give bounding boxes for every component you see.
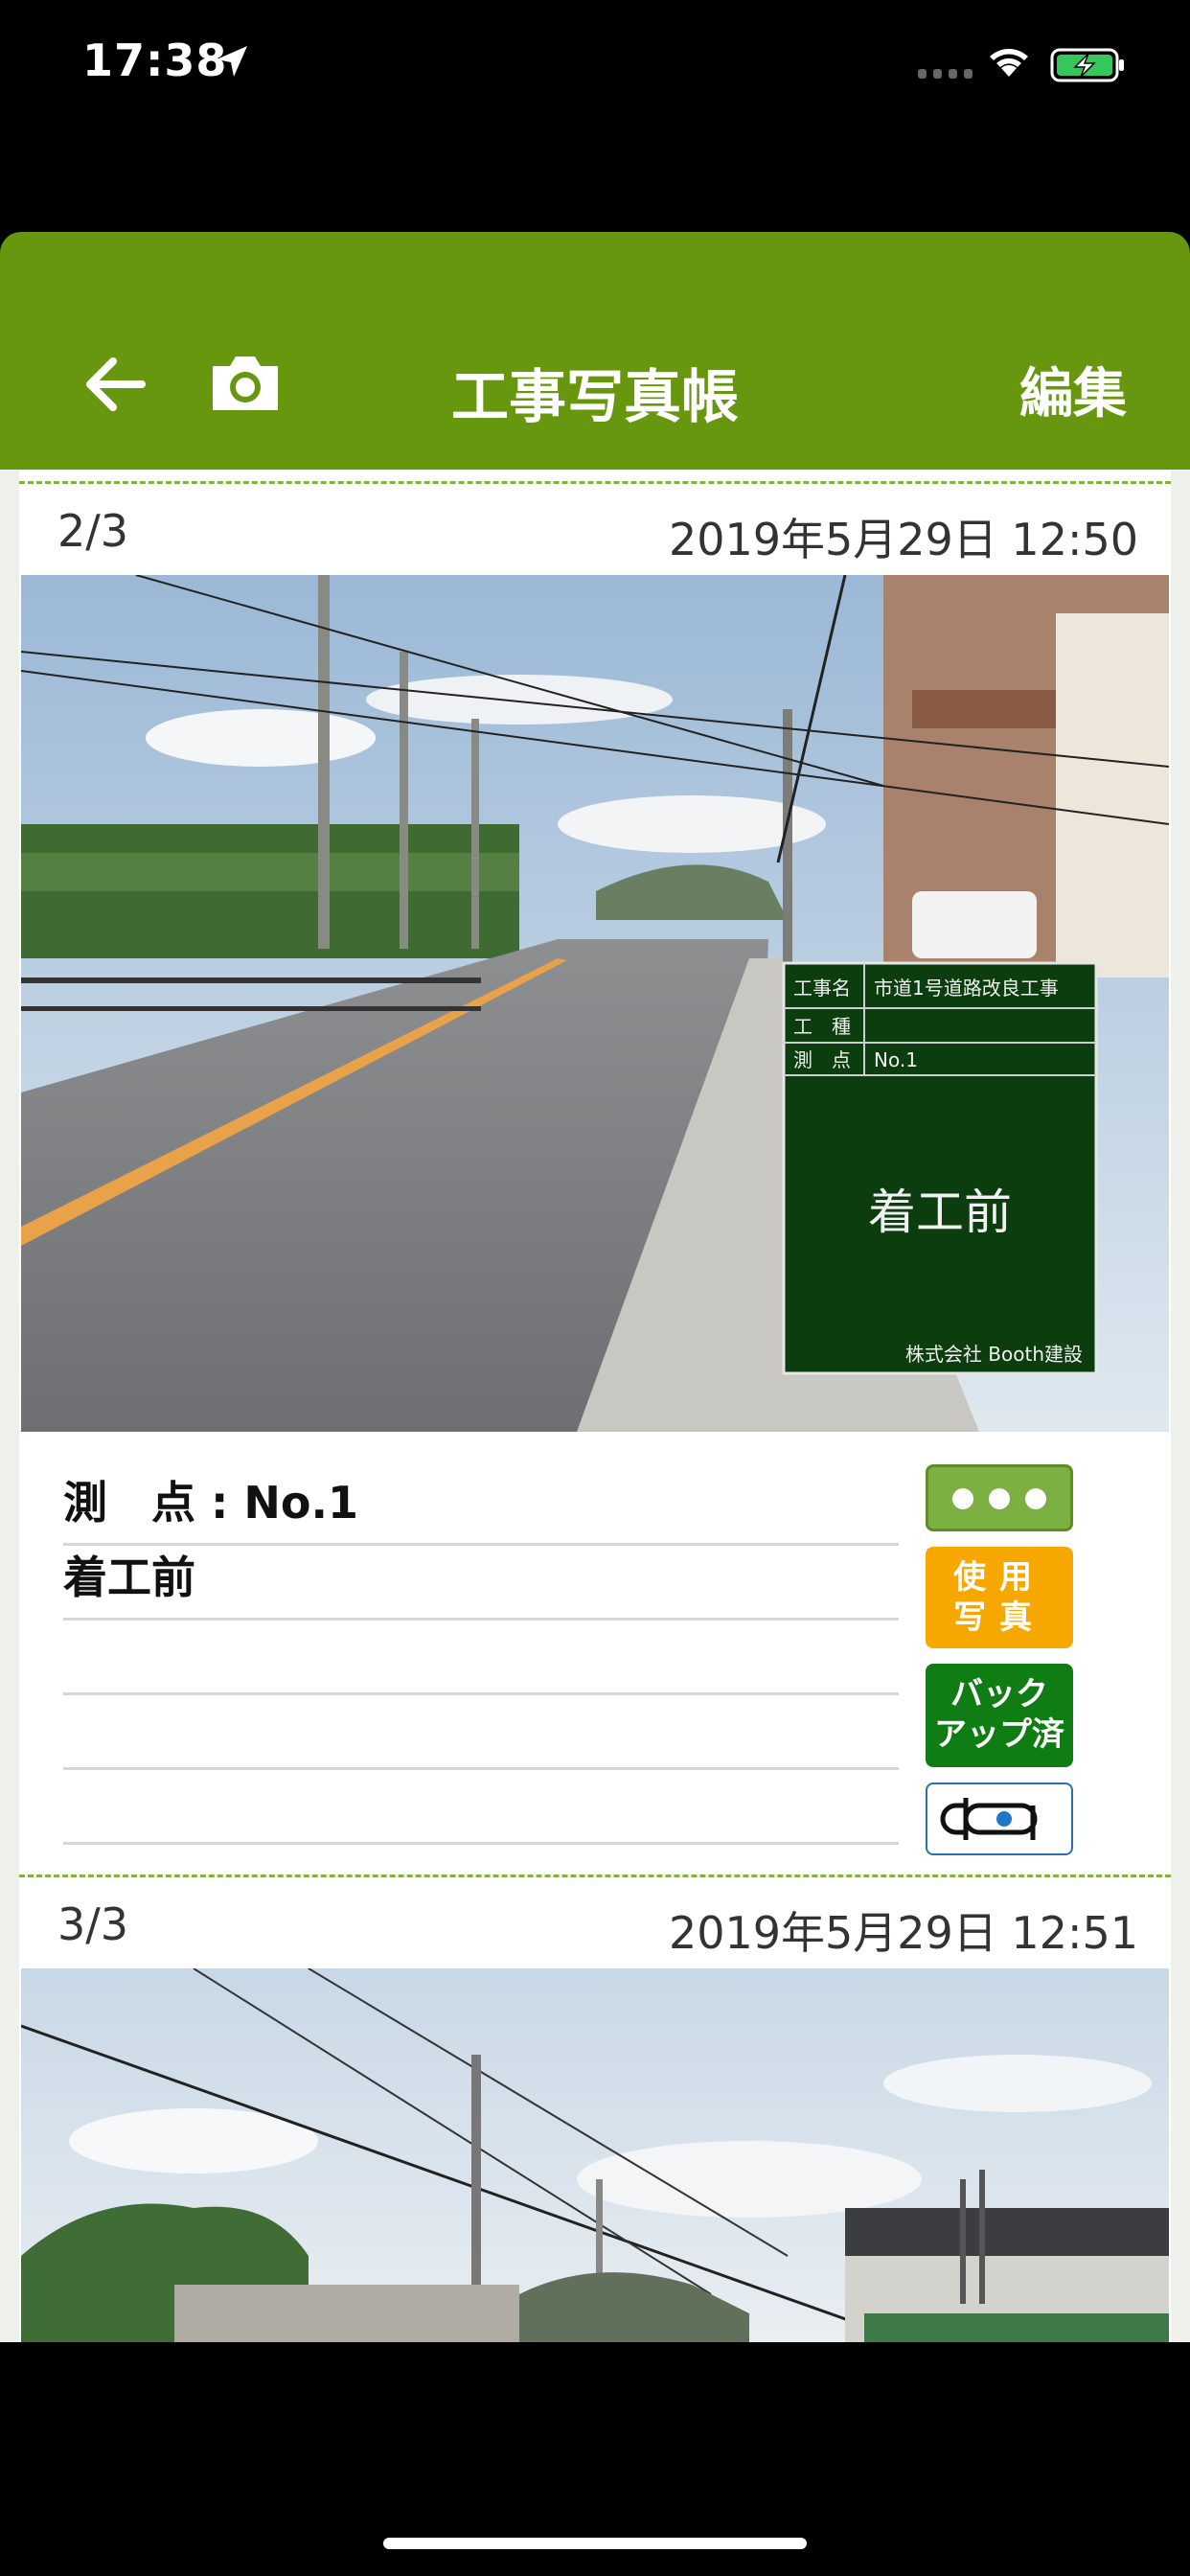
battery-charging-icon	[1050, 48, 1124, 82]
home-indicator	[383, 2538, 807, 2549]
photo-index: 3/3	[57, 1898, 129, 1950]
board-company: 株式会社 Booth建設	[905, 1343, 1083, 1366]
photo-entry-header: 2/3 2019年5月29日 12:50	[19, 484, 1171, 580]
backup-status-button[interactable]: バック アップ済	[926, 1664, 1073, 1767]
page-title: 工事写真帳	[451, 364, 739, 431]
backup-label-line2: アップ済	[934, 1715, 1064, 1754]
board-label-name: 工事名	[793, 977, 851, 1000]
memo-text: 測 点 : No.1	[63, 1477, 359, 1529]
location-arrow-icon	[217, 46, 247, 77]
photo-list[interactable]: 2/3 2019年5月29日 12:50 工事名 市道1号道路改良工事 工 種 …	[0, 470, 1190, 2342]
status-time: 17:38	[82, 34, 228, 86]
board-project-name: 市道1号道路改良工事	[874, 977, 1059, 1000]
memo-line	[63, 1767, 899, 1845]
memo-line	[63, 1618, 899, 1695]
status-bar: 17:38	[0, 0, 1190, 134]
use-photo-label-line1: 使用	[953, 1558, 1045, 1597]
memo-line	[63, 1692, 899, 1770]
more-options-button[interactable]	[926, 1464, 1073, 1531]
board-label-type: 工 種	[793, 1015, 851, 1038]
board-point: No.1	[874, 1048, 918, 1071]
wifi-icon	[990, 49, 1028, 77]
edit-button[interactable]: 編集	[1019, 351, 1127, 428]
more-dot-icon	[989, 1488, 1010, 1509]
photo-index: 2/3	[57, 505, 129, 557]
photo-datetime: 2019年5月29日 12:51	[668, 1907, 1138, 1959]
backup-label-line1: バック	[950, 1675, 1048, 1714]
use-photo-button[interactable]: 使用 写真	[926, 1547, 1073, 1648]
more-dot-icon	[1025, 1488, 1046, 1509]
use-photo-label-line2: 写真	[953, 1598, 1045, 1637]
cellular-signal-icon	[918, 69, 973, 79]
photo-entry-header: 3/3 2019年5月29日 12:51	[19, 1877, 1171, 1973]
dcp-logo-icon	[940, 1798, 1038, 1840]
app-header: 工事写真帳 編集	[0, 232, 1190, 470]
dcp-button[interactable]	[926, 1782, 1073, 1855]
more-dot-icon	[952, 1488, 973, 1509]
memo-line: 測 点 : No.1	[63, 1468, 899, 1546]
construction-photo[interactable]: 工事名 市道1号道路改良工事 工 種 測 点 No.1 着工前 株式会社 Boo…	[21, 575, 1169, 1432]
board-title: 着工前	[868, 1184, 1012, 1240]
board-label-point: 測 点	[793, 1048, 851, 1071]
construction-photo[interactable]	[21, 1968, 1169, 2342]
memo-line: 着工前	[63, 1543, 899, 1621]
memo-text: 着工前	[63, 1552, 195, 1603]
photo-datetime: 2019年5月29日 12:50	[668, 514, 1138, 565]
photo-list-inner: 2/3 2019年5月29日 12:50 工事名 市道1号道路改良工事 工 種 …	[19, 470, 1171, 2342]
photo-board: 工事名 市道1号道路改良工事 工 種 測 点 No.1 着工前 株式会社 Boo…	[782, 961, 1098, 1375]
